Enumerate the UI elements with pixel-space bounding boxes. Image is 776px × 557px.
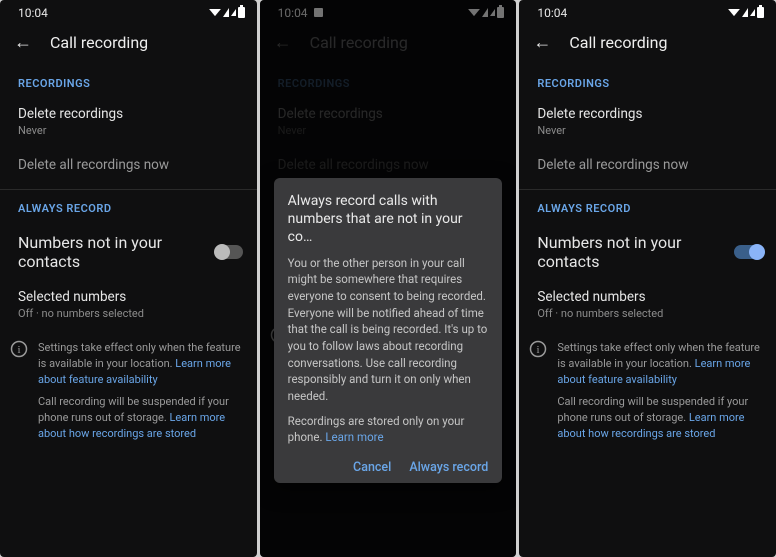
cancel-button[interactable]: Cancel [353, 460, 391, 475]
battery-icon [757, 7, 764, 18]
signal-icon [742, 8, 748, 17]
section-recordings-header: RECORDINGS [0, 69, 257, 98]
numbers-not-toggle[interactable] [215, 245, 243, 259]
numbers-not-toggle[interactable] [734, 245, 762, 259]
info-text-2: Call recording will be suspended if your… [38, 394, 245, 442]
selected-numbers-item[interactable]: Selected numbers Off · no numbers select… [0, 281, 257, 332]
signal2-icon [750, 9, 755, 16]
info-block-2: Call recording will be suspended if your… [0, 394, 257, 448]
dialog-title: Always record calls with numbers that ar… [288, 192, 489, 247]
info-block-1: i Settings take effect only when the fea… [0, 332, 257, 394]
back-icon[interactable]: ← [14, 32, 32, 53]
numbers-not-in-contacts-item[interactable]: Numbers not in your contacts [0, 223, 257, 281]
title-bar: ← Call recording [0, 20, 257, 69]
numbers-not-in-contacts-item[interactable]: Numbers not in your contacts [519, 223, 776, 281]
section-always-header: ALWAYS RECORD [519, 194, 776, 223]
divider [519, 189, 776, 190]
delete-all-now-label: Delete all recordings now [18, 157, 239, 173]
clock: 10:04 [537, 6, 567, 20]
svg-text:i: i [537, 344, 540, 356]
svg-text:i: i [17, 344, 20, 356]
delete-all-now-item[interactable]: Delete all recordings now [519, 149, 776, 185]
delete-all-now-item[interactable]: Delete all recordings now [0, 149, 257, 185]
wifi-icon [209, 9, 221, 16]
signal2-icon [231, 9, 236, 16]
wifi-icon [728, 9, 740, 16]
selected-numbers-label: Selected numbers [18, 289, 239, 305]
section-recordings-header: RECORDINGS [519, 69, 776, 98]
divider [0, 189, 257, 190]
info-block-1: i Settings take effect only when the fea… [519, 332, 776, 394]
status-bar: 10:04 [519, 0, 776, 20]
selected-numbers-sub: Off · no numbers selected [18, 307, 239, 320]
section-always-header: ALWAYS RECORD [0, 194, 257, 223]
status-icons [728, 7, 764, 18]
status-bar: 10:04 [0, 0, 257, 20]
dialog-body: You or the other person in your call mig… [288, 255, 489, 446]
page-title: Call recording [50, 33, 148, 52]
numbers-not-label: Numbers not in your contacts [18, 233, 215, 271]
dialog-learn-more-link[interactable]: Learn more [325, 430, 383, 444]
screen-dialog: 10:04 ← Call recording RECORDINGS Delete… [260, 0, 517, 557]
info-icon: i [529, 340, 547, 358]
always-record-button[interactable]: Always record [409, 460, 488, 475]
delete-recordings-item[interactable]: Delete recordings Never [0, 98, 257, 149]
info-text-1: Settings take effect only when the featu… [38, 340, 245, 388]
signal-icon [223, 8, 229, 17]
info-block-2: Call recording will be suspended if your… [519, 394, 776, 448]
clock: 10:04 [18, 6, 48, 20]
screen-toggle-off: 10:04 ← Call recording RECORDINGS Delete… [0, 0, 257, 557]
delete-recordings-label: Delete recordings [18, 106, 239, 122]
info-icon: i [10, 340, 28, 358]
battery-icon [238, 7, 245, 18]
delete-recordings-sub: Never [18, 124, 239, 137]
title-bar: ← Call recording [519, 20, 776, 69]
selected-numbers-item[interactable]: Selected numbers Off · no numbers select… [519, 281, 776, 332]
back-icon[interactable]: ← [533, 32, 551, 53]
screen-toggle-on: 10:04 ← Call recording RECORDINGS Delete… [519, 0, 776, 557]
confirm-dialog: Always record calls with numbers that ar… [274, 178, 503, 483]
dialog-buttons: Cancel Always record [288, 454, 489, 475]
page-title: Call recording [569, 33, 667, 52]
status-icons [209, 7, 245, 18]
delete-recordings-item[interactable]: Delete recordings Never [519, 98, 776, 149]
